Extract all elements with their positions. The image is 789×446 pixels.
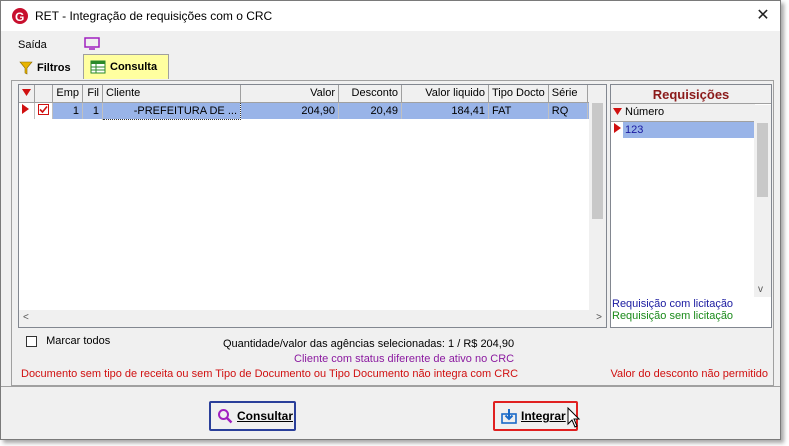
scroll-right-icon[interactable]: > [596,312,602,323]
filter-icon [19,61,33,74]
col-cliente[interactable]: Cliente [102,85,241,103]
row-indicator [19,102,35,119]
header-indicator [19,85,35,103]
row-pointer-icon [22,104,29,115]
consulta-panel: Emp Fil Cliente Valor Desconto Valor liq… [11,80,774,386]
integrar-button[interactable]: Integrar [493,401,578,431]
scroll-left-icon[interactable]: < [23,312,29,323]
magnifier-icon [218,409,233,424]
table-icon [90,60,106,74]
col-fil[interactable]: Fil [82,85,103,103]
integrar-label: Integrar [521,409,566,423]
col-numero[interactable]: Número [623,104,755,122]
row-checkbox[interactable] [34,102,53,119]
monitor-icon[interactable] [83,37,101,51]
marcar-todos-label: Marcar todos [46,335,111,347]
results-grid[interactable]: Emp Fil Cliente Valor Desconto Valor liq… [18,84,607,328]
requisicoes-legend: Requisição com licitação Requisição sem … [610,298,772,328]
legend-sem-licitacao: Requisição sem licitação [612,310,734,322]
req-vertical-scrollbar[interactable]: v [754,105,771,297]
button-bar: Consultar Integrar [1,386,780,439]
req-numero: 123 [623,121,755,138]
sort-down-icon [613,108,622,116]
window-title: RET - Integração de requisições com o CR… [35,9,273,23]
menu-bar: Saída [1,31,780,53]
cell-cliente: -PREFEITURA DE ... [102,101,241,120]
selection-summary: Quantidade/valor das agências selecionad… [223,338,515,350]
dialog-window: G RET - Integração de requisições com o … [0,0,781,440]
cell-fil: 1 [82,102,103,119]
status-cliente-msg: Cliente com status diferente de ativo no… [294,353,515,365]
col-desconto[interactable]: Desconto [338,85,402,103]
app-logo-icon: G [12,8,28,24]
mouse-cursor-icon [567,407,581,428]
sort-down-icon [22,89,31,97]
marcar-todos-checkbox[interactable]: Marcar todos [26,335,110,347]
grid-vertical-scroll-thumb[interactable] [592,103,603,219]
req-header-indicator [611,104,623,122]
grid-vertical-scrollbar[interactable] [589,85,606,311]
requisicoes-title: Requisições [611,85,771,104]
tab-filtros-label: Filtros [37,61,71,74]
tab-filtros[interactable]: Filtros [13,56,83,79]
svg-text:G: G [15,10,24,24]
cell-serie: RQ [548,102,588,119]
checkbox-checked-icon [38,103,49,115]
row-pointer-icon [614,123,621,134]
list-item[interactable]: 123 [611,121,755,138]
cell-valor: 204,90 [240,102,339,119]
tab-consulta-label: Consulta [110,61,158,73]
scroll-down-icon[interactable]: v [758,284,763,295]
requisicoes-panel: Requisições Número 123 v [610,84,772,328]
col-valor[interactable]: Valor [240,85,339,103]
close-button[interactable]: ✕ [750,4,776,28]
col-serie[interactable]: Série [548,85,588,103]
grid-horizontal-scrollbar[interactable]: < > [19,310,606,327]
consultar-label: Consultar [237,409,294,423]
documento-msg: Documento sem tipo de receita ou sem Tip… [21,368,519,380]
cell-valor-liquido: 184,41 [401,102,489,119]
req-row-indicator [611,121,623,138]
desconto-msg: Valor do desconto não permitido [610,368,768,380]
col-tipo-docto[interactable]: Tipo Docto [488,85,549,103]
checkbox-unchecked-icon [26,335,37,347]
cell-emp: 1 [52,102,83,119]
req-vertical-scroll-thumb[interactable] [757,123,768,197]
col-emp[interactable]: Emp [52,85,83,103]
tab-consulta[interactable]: Consulta [83,54,169,79]
col-valor-liquido[interactable]: Valor liquido [401,85,489,103]
cell-tipo-docto: FAT [488,102,549,119]
legend-com-licitacao: Requisição com licitação [612,298,734,310]
table-row[interactable]: 1 1 -PREFEITURA DE ... 204,90 20,49 184,… [19,101,602,120]
consultar-button[interactable]: Consultar [209,401,296,431]
title-bar: G RET - Integração de requisições com o … [1,1,780,31]
cell-desconto: 20,49 [338,102,402,119]
menu-saida[interactable]: Saída [18,39,47,51]
download-icon [501,409,517,424]
header-check [34,85,53,103]
